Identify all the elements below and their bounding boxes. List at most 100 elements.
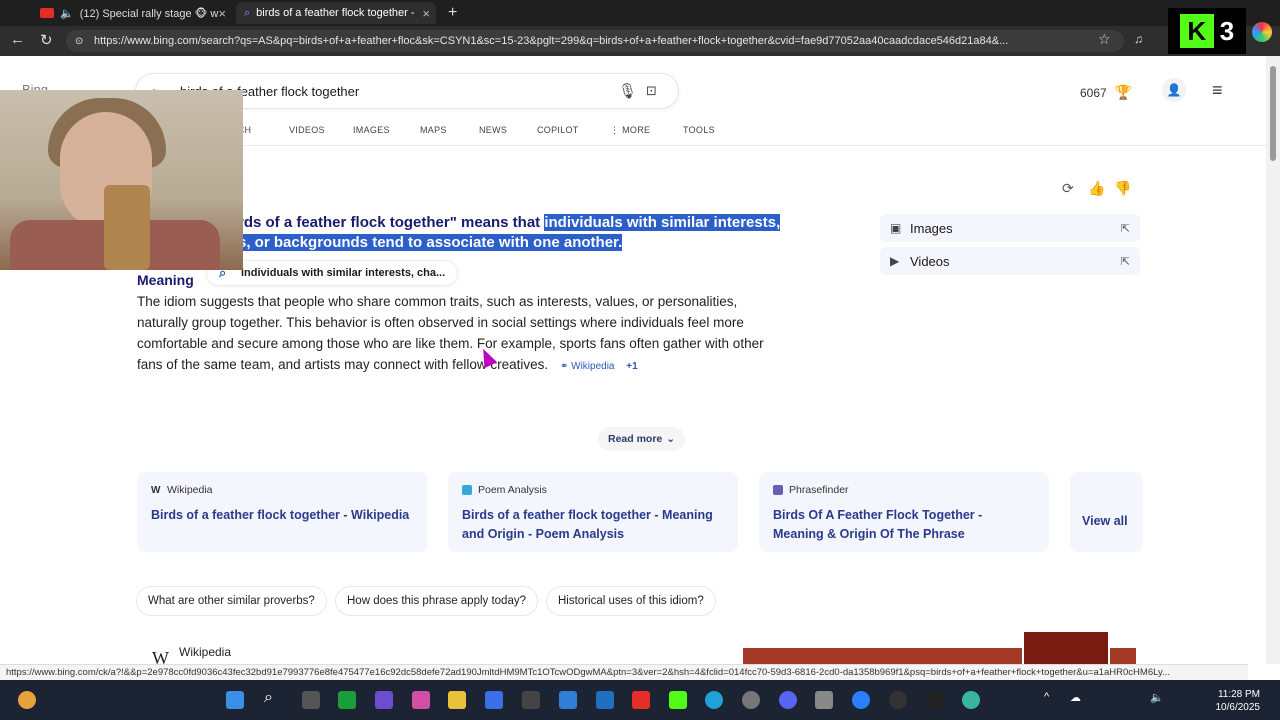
- menu-icon[interactable]: ≡: [1212, 80, 1223, 101]
- address-bar[interactable]: ⊙ https://www.bing.com/search?qs=AS&pq=b…: [66, 30, 1124, 52]
- phrasefinder-icon: [773, 485, 783, 495]
- play-icon: ▶: [890, 254, 900, 268]
- extension-icon[interactable]: ♫: [1134, 32, 1143, 46]
- edge-icon[interactable]: [705, 691, 723, 709]
- url-text: https://www.bing.com/search?qs=AS&pq=bir…: [94, 35, 1009, 47]
- clock[interactable]: 11:28 PM 10/6/2025: [1216, 688, 1261, 714]
- app-icon[interactable]: [375, 691, 393, 709]
- tab-news[interactable]: NEWS: [479, 125, 507, 135]
- thumbs-up-icon[interactable]: 👍: [1088, 180, 1105, 197]
- suggestion-chip[interactable]: Historical uses of this idiom?: [547, 587, 715, 615]
- webcam-overlay: [0, 90, 243, 270]
- answer-chip[interactable]: ⌕ individuals with similar interests, ch…: [207, 261, 458, 285]
- refresh-icon[interactable]: ↻: [40, 31, 53, 49]
- tray-chevron-icon[interactable]: ^: [1044, 691, 1049, 703]
- outlook-icon[interactable]: [596, 691, 614, 709]
- copilot-icon[interactable]: [1252, 22, 1272, 42]
- discord-icon[interactable]: [779, 691, 797, 709]
- suggestion-chip[interactable]: What are other similar proverbs?: [137, 587, 326, 615]
- images-button[interactable]: ▣ Images ⇱: [880, 214, 1140, 242]
- tab-title: (12) Special rally stage 🐵 w: [79, 7, 219, 20]
- tab-title: birds of a feather flock together -: [256, 7, 415, 19]
- store-icon[interactable]: [485, 691, 503, 709]
- wikipedia-icon: W: [152, 648, 169, 664]
- result-thumbnail[interactable]: [1022, 630, 1110, 664]
- page-scrollbar[interactable]: [1266, 56, 1280, 664]
- image-icon: ▣: [890, 221, 902, 235]
- kick-icon[interactable]: [669, 691, 687, 709]
- tab-tools[interactable]: TOOLS: [683, 125, 715, 135]
- new-tab-button[interactable]: +: [440, 2, 465, 24]
- kick-overlay: K 3: [1168, 8, 1246, 54]
- search-icon[interactable]: ⌕: [264, 689, 282, 707]
- tab-youtube[interactable]: 🔈 (12) Special rally stage 🐵 w ×: [32, 2, 232, 24]
- tab-bing[interactable]: ⌕ birds of a feather flock together - ×: [236, 2, 436, 24]
- rewards[interactable]: 6067 🏆: [1080, 84, 1132, 101]
- copilot-icon[interactable]: [412, 691, 430, 709]
- scrollbar-thumb[interactable]: [1270, 66, 1276, 161]
- external-link-icon: ⇱: [1120, 222, 1130, 235]
- read-more-button[interactable]: Read more ⌄: [598, 427, 686, 451]
- star-icon[interactable]: ☆: [1098, 31, 1111, 48]
- visual-search-icon[interactable]: ⊡: [646, 83, 657, 99]
- app-icon[interactable]: [926, 691, 944, 709]
- weather-icon[interactable]: [18, 691, 36, 709]
- trophy-icon: 🏆: [1114, 84, 1133, 100]
- wifi-icon[interactable]: ☁: [1070, 691, 1081, 704]
- task-view-icon[interactable]: [302, 691, 320, 709]
- bottom-result[interactable]: W Wikipedia: [152, 645, 231, 665]
- rewards-points: 6067: [1080, 85, 1107, 100]
- tab-videos[interactable]: VIDEOS: [289, 125, 325, 135]
- source-card[interactable]: W Wikipedia Birds of a feather flock toge…: [137, 472, 427, 552]
- videos-button[interactable]: ▶ Videos ⇱: [880, 247, 1140, 275]
- app-icon[interactable]: [522, 691, 540, 709]
- thumbs-down-icon[interactable]: 👎: [1114, 180, 1131, 197]
- webcam-microphone: [104, 185, 150, 270]
- copy-icon[interactable]: ⟳: [1062, 180, 1074, 197]
- external-link-icon: ⇱: [1120, 255, 1130, 268]
- vscode-icon[interactable]: [559, 691, 577, 709]
- tab-maps[interactable]: MAPS: [420, 125, 447, 135]
- suggestion-chip[interactable]: How does this phrase apply today?: [336, 587, 537, 615]
- tab-more[interactable]: ⋮ MORE: [610, 125, 670, 136]
- wikipedia-icon: W: [151, 485, 161, 496]
- source-link[interactable]: ⚭ Wikipedia: [560, 361, 615, 372]
- chevron-down-icon: ⌄: [666, 433, 676, 445]
- view-all-card[interactable]: View all: [1070, 472, 1143, 552]
- microphone-icon[interactable]: 🎙: [618, 82, 637, 100]
- youtube-icon: [40, 8, 54, 18]
- status-bar: https://www.bing.com/ck/a?!&&p=2e978cc0f…: [0, 664, 1248, 680]
- settings-icon[interactable]: [742, 691, 760, 709]
- tab-strip: 🔈 (12) Special rally stage 🐵 w × ⌕ birds…: [0, 0, 1280, 26]
- answer-headline: rds of a feather flock together" means t…: [238, 214, 781, 251]
- meaning-heading: Meaning: [137, 272, 194, 288]
- taskbar: ⌕ ^ ☁ 🔈 11:28 PM 10/6/2025: [0, 680, 1280, 720]
- messenger-icon[interactable]: [852, 691, 870, 709]
- source-card[interactable]: Poem Analysis Birds of a feather flock t…: [448, 472, 738, 552]
- youtube-icon[interactable]: [632, 691, 650, 709]
- account-icon[interactable]: 👤: [1162, 78, 1186, 102]
- close-icon[interactable]: ×: [218, 6, 226, 21]
- view-all-link[interactable]: View all: [1082, 512, 1131, 531]
- poem-analysis-icon: [462, 485, 472, 495]
- tab-copilot[interactable]: COPILOT: [537, 125, 579, 135]
- more-sources[interactable]: +1: [626, 361, 637, 372]
- address-row: ← ↻ ⊙ https://www.bing.com/search?qs=AS&…: [0, 26, 1280, 56]
- back-icon[interactable]: ←: [10, 31, 25, 48]
- meaning-text: The idiom suggests that people who share…: [137, 294, 764, 372]
- card-title[interactable]: Birds Of A Feather Flock Together - Mean…: [773, 506, 1035, 544]
- app-icon[interactable]: [962, 691, 980, 709]
- folder-icon[interactable]: [448, 691, 466, 709]
- source-card[interactable]: Phrasefinder Birds Of A Feather Flock To…: [759, 472, 1049, 552]
- card-title[interactable]: Birds of a feather flock together - Mean…: [462, 506, 724, 544]
- start-icon[interactable]: [226, 691, 244, 709]
- speaker-icon[interactable]: 🔈: [60, 7, 74, 20]
- xbox-icon[interactable]: [338, 691, 356, 709]
- card-title[interactable]: Birds of a feather flock together - Wiki…: [151, 506, 413, 525]
- close-icon[interactable]: ×: [422, 6, 430, 21]
- tab-images[interactable]: IMAGES: [353, 125, 390, 135]
- app-icon[interactable]: [815, 691, 833, 709]
- lock-icon: ⊙: [75, 35, 84, 47]
- speaker-icon[interactable]: 🔈: [1150, 691, 1164, 704]
- obs-icon[interactable]: [889, 691, 907, 709]
